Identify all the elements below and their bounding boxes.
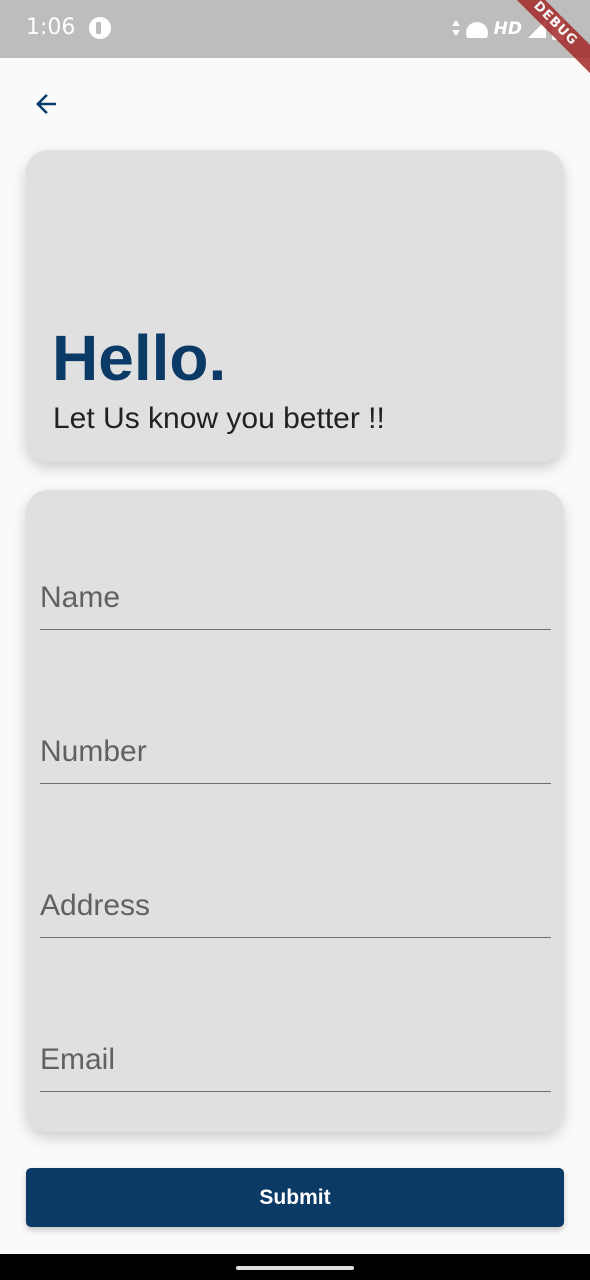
hero-title: Hello. <box>52 322 227 394</box>
address-field[interactable] <box>40 867 551 937</box>
app-notification-icon <box>89 17 111 39</box>
hero-card: Hello. Let Us know you better !! <box>26 150 564 462</box>
number-field[interactable] <box>40 713 551 783</box>
number-field-container <box>40 704 551 784</box>
home-indicator[interactable] <box>236 1266 354 1270</box>
status-bar: 1:06 HD DEBUG <box>0 0 590 78</box>
form-card <box>26 490 564 1132</box>
arrow-back-icon <box>36 94 56 114</box>
email-field-container <box>40 1012 551 1092</box>
back-button[interactable] <box>22 80 70 128</box>
email-field[interactable] <box>40 1021 551 1091</box>
name-field-container <box>40 550 551 630</box>
network-hd-label: HD <box>493 19 522 39</box>
wifi-icon <box>466 20 488 38</box>
address-field-container <box>40 858 551 938</box>
status-time: 1:06 <box>26 15 76 40</box>
system-nav-bar <box>0 1254 590 1280</box>
hero-subtitle: Let Us know you better !! <box>53 402 385 435</box>
data-arrows-icon <box>451 20 460 38</box>
submit-button[interactable]: Submit <box>26 1168 564 1227</box>
name-field[interactable] <box>40 559 551 629</box>
